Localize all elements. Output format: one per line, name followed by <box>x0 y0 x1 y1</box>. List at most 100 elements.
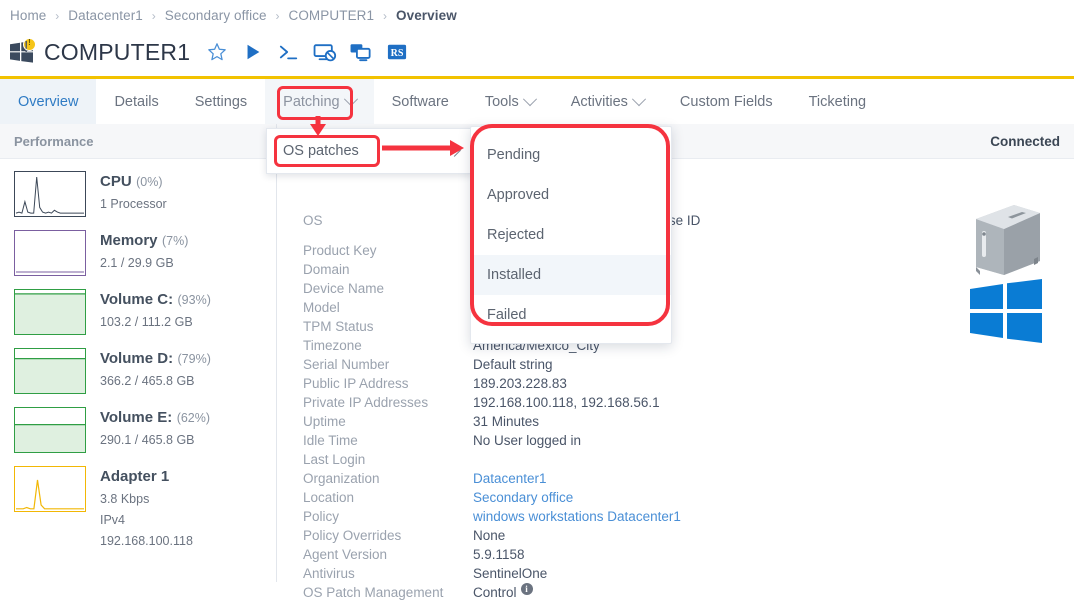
performance-item-name: Volume E: <box>100 409 172 426</box>
breadcrumb-separator: › <box>276 9 280 23</box>
breadcrumb-separator: › <box>55 9 59 23</box>
breadcrumb-item-location[interactable]: Secondary office <box>165 8 267 23</box>
performance-item[interactable]: Volume C: (93%)103.2 / 111.2 GB <box>14 289 276 335</box>
submenu-item-failed[interactable]: Failed <box>471 295 671 335</box>
performance-item-body: Volume D: (79%) 366.2 / 465.8 GB <box>100 348 211 394</box>
terminal-icon[interactable] <box>276 39 302 65</box>
breadcrumb-item-datacenter[interactable]: Datacenter1 <box>68 8 143 23</box>
detail-label: Model <box>303 298 473 317</box>
detail-value[interactable]: Secondary office <box>473 488 573 507</box>
tab-label: Activities <box>571 94 628 110</box>
detail-value: Control <box>473 583 517 602</box>
performance-item[interactable]: Memory (7%)2.1 / 29.9 GB <box>14 230 276 276</box>
submenu-item-installed[interactable]: Installed <box>471 255 671 295</box>
device-details-body: OStion (Build 19045) (64-bit) (Release I… <box>277 159 1074 605</box>
tab-software[interactable]: Software <box>374 79 467 124</box>
submenu-item-pending[interactable]: Pending <box>471 135 671 175</box>
detail-value[interactable]: windows workstations Datacenter1 <box>473 507 681 526</box>
device-title-row: ! COMPUTER1 <box>10 34 420 70</box>
submenu-item-approved[interactable]: Approved <box>471 175 671 215</box>
performance-item-name: Adapter 1 <box>100 468 169 485</box>
breadcrumb-item-device[interactable]: COMPUTER1 <box>288 8 374 23</box>
detail-value: 5.9.1158 <box>473 545 525 564</box>
tab-settings[interactable]: Settings <box>177 79 265 124</box>
detail-label: Public IP Address <box>303 374 473 393</box>
detail-value: 189.203.228.83 <box>473 374 567 393</box>
performance-item[interactable]: Adapter 13.8 KbpsIPv4192.168.100.118 <box>14 466 276 550</box>
performance-item[interactable]: CPU (0%)1 Processor <box>14 171 276 217</box>
detail-label: Idle Time <box>303 431 473 450</box>
performance-item-body: Memory (7%)2.1 / 29.9 GB <box>100 230 188 276</box>
performance-item-sub: 3.8 Kbps <box>100 490 193 508</box>
performance-item-name: Volume D: <box>100 350 173 367</box>
detail-value: No User logged in <box>473 431 581 450</box>
breadcrumb-item-home[interactable]: Home <box>10 8 46 23</box>
menu-item-os-patches[interactable]: OS patches <box>267 129 473 173</box>
detail-label: OS <box>303 211 473 230</box>
tab-activities[interactable]: Activities <box>553 79 662 124</box>
performance-item-percent: (0%) <box>136 175 162 189</box>
tab-label: Details <box>114 94 158 110</box>
remote-control-icon[interactable] <box>312 39 338 65</box>
detail-label: Serial Number <box>303 355 473 374</box>
performance-item-sub: 366.2 / 465.8 GB <box>100 372 211 390</box>
detail-row: OrganizationDatacenter1 <box>303 469 923 488</box>
detail-value: SentinelOne <box>473 564 547 583</box>
tab-bar: Overview Details Settings Patching Softw… <box>0 79 1074 125</box>
performance-item[interactable]: Volume D: (79%) 366.2 / 465.8 GB <box>14 348 276 394</box>
detail-label: Location <box>303 488 473 507</box>
tab-overview[interactable]: Overview <box>0 79 96 124</box>
performance-item-sub: 2.1 / 29.9 GB <box>100 254 188 272</box>
detail-value[interactable]: Datacenter1 <box>473 469 547 488</box>
breadcrumb-separator: › <box>152 9 156 23</box>
screen-share-icon[interactable] <box>348 39 374 65</box>
tab-custom-fields[interactable]: Custom Fields <box>662 79 791 124</box>
page-title: COMPUTER1 <box>44 39 190 66</box>
performance-item-sub: IPv4 <box>100 511 193 529</box>
status-badge: Connected <box>990 134 1060 149</box>
tab-label: Software <box>392 94 449 110</box>
detail-row: Last Login <box>303 450 923 469</box>
tab-details[interactable]: Details <box>96 79 176 124</box>
detail-label: TPM Status <box>303 317 473 336</box>
performance-item-body: CPU (0%)1 Processor <box>100 171 167 217</box>
detail-row: Private IP Addresses192.168.100.118, 192… <box>303 393 923 412</box>
windows-os-icon <box>970 279 1046 343</box>
powershell-icon[interactable]: RS <box>384 39 410 65</box>
detail-row: AntivirusSentinelOne <box>303 564 923 583</box>
submenu-item-label: Failed <box>487 307 527 323</box>
detail-row: Public IP Address189.203.228.83 <box>303 374 923 393</box>
os-patches-submenu[interactable]: PendingApprovedRejected Installed Failed <box>470 126 672 344</box>
detail-label: Product Key <box>303 241 473 260</box>
performance-list: CPU (0%)1 Processor Memory (7%)2.1 / 29.9… <box>0 159 276 563</box>
detail-row: LocationSecondary office <box>303 488 923 507</box>
submenu-item-rejected[interactable]: Rejected <box>471 215 671 255</box>
tab-patching[interactable]: Patching <box>265 79 373 124</box>
svg-text:RS: RS <box>391 48 404 59</box>
detail-value: None <box>473 526 505 545</box>
performance-item[interactable]: Volume E: (62%)290.1 / 465.8 GB <box>14 407 276 453</box>
favorite-star-icon[interactable] <box>204 39 230 65</box>
sparkline-chart <box>14 171 86 217</box>
chevron-down-icon <box>632 92 646 106</box>
sparkline-chart <box>14 348 86 394</box>
tab-label: Patching <box>283 94 339 110</box>
detail-label: Private IP Addresses <box>303 393 473 412</box>
desktop-tower-icon <box>970 201 1046 279</box>
info-icon[interactable]: i <box>521 583 533 595</box>
run-icon[interactable] <box>240 39 266 65</box>
tab-label: Tools <box>485 94 519 110</box>
performance-panel: Performance CPU (0%)1 ProcessorMemory (7… <box>0 124 277 582</box>
windows-logo-icon: ! <box>10 41 34 63</box>
detail-value: 31 Minutes <box>473 412 539 431</box>
tab-tools[interactable]: Tools <box>467 79 553 124</box>
performance-item-percent: (79%) <box>178 352 211 366</box>
sparkline-chart <box>14 407 86 453</box>
detail-value: Default string <box>473 355 553 374</box>
detail-label: Agent Version <box>303 545 473 564</box>
performance-item-percent: (93%) <box>178 293 211 307</box>
breadcrumb-separator: › <box>383 9 387 23</box>
tab-ticketing[interactable]: Ticketing <box>791 79 884 124</box>
submenu-item-label: Installed <box>487 267 541 283</box>
patching-dropdown[interactable]: OS patches <box>266 128 474 174</box>
